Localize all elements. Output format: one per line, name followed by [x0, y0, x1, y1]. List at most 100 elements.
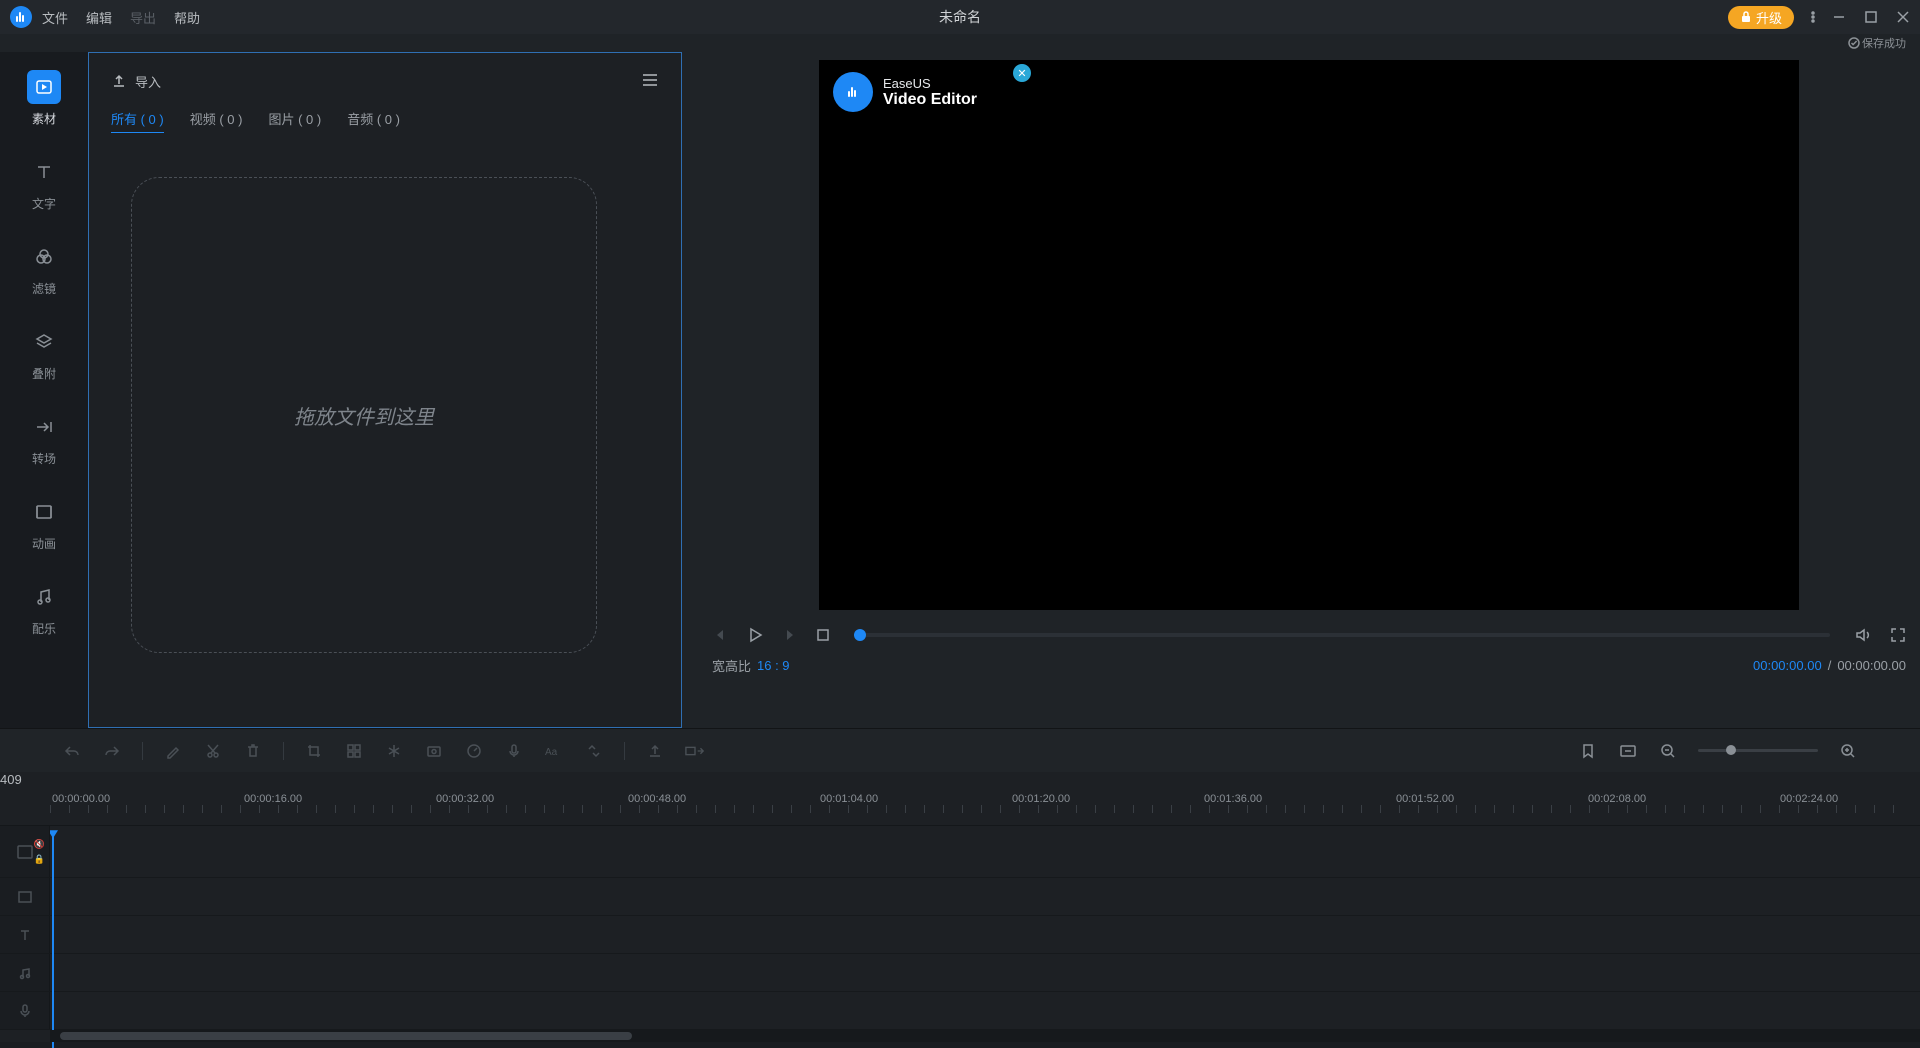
edit-button[interactable]: [163, 741, 183, 761]
minimize-button[interactable]: [1832, 10, 1846, 24]
cut-button[interactable]: [203, 741, 223, 761]
tab-audio[interactable]: 音频 ( 0 ): [347, 109, 400, 133]
left-nav: 素材 文字 滤镜 叠附 转场 动画 配乐: [0, 52, 88, 728]
zoom-slider[interactable]: [1698, 749, 1818, 752]
view-list-icon[interactable]: [641, 73, 659, 90]
nav-text-label: 文字: [32, 195, 56, 212]
window-title: 未命名: [939, 7, 981, 27]
playback-progress[interactable]: [854, 633, 1830, 637]
crop-button[interactable]: [304, 741, 324, 761]
dropzone-label: 拖放文件到这里: [294, 401, 434, 430]
track-head-overlay[interactable]: [0, 878, 50, 915]
ruler-mark: 00:01:52.00: [1396, 793, 1454, 805]
text-track-icon: [18, 928, 32, 942]
transition-icon: [27, 410, 61, 444]
nav-media[interactable]: 素材: [27, 70, 61, 127]
media-icon: [27, 70, 61, 104]
more-icon[interactable]: [1806, 10, 1820, 24]
timeline-ruler[interactable]: 00:00:00.00 00:00:16.00 00:00:32.00 00:0…: [0, 787, 1920, 826]
tab-video[interactable]: 视频 ( 0 ): [190, 109, 243, 133]
undo-button[interactable]: [62, 741, 82, 761]
scrollbar-thumb[interactable]: [60, 1032, 632, 1040]
preview-panel: EaseUS Video Editor ✕ 宽高比 16 : 9 00:00:0…: [682, 52, 1920, 728]
nav-transition[interactable]: 转场: [27, 410, 61, 467]
prev-frame-button[interactable]: [712, 627, 728, 643]
menu-help[interactable]: 帮助: [174, 8, 200, 27]
nav-transition-label: 转场: [32, 450, 56, 467]
zoom-thumb[interactable]: [1726, 745, 1736, 755]
ruler-mark: 00:00:00.00: [52, 793, 110, 805]
track-audio[interactable]: [0, 954, 1920, 992]
track-head-audio[interactable]: [0, 954, 50, 991]
zoom-out-button[interactable]: [1658, 741, 1678, 761]
track-overlay[interactable]: [0, 878, 1920, 916]
main-menu: 文件 编辑 导出 帮助: [42, 8, 200, 27]
play-button[interactable]: [746, 626, 764, 644]
upgrade-label: 升级: [1756, 8, 1782, 27]
import-label: 导入: [135, 72, 161, 91]
nav-animation[interactable]: 动画: [27, 495, 61, 552]
watermark-close-button[interactable]: ✕: [1013, 64, 1031, 82]
timeline-scrollbar[interactable]: [50, 1030, 1920, 1042]
ruler-ticks: [50, 805, 1906, 813]
aspect-value[interactable]: 16 : 9: [757, 658, 790, 673]
app-logo: [10, 6, 32, 28]
aspect-label: 宽高比: [712, 656, 751, 675]
track-head-text[interactable]: [0, 916, 50, 953]
lock-icon[interactable]: 🔒: [34, 854, 45, 865]
export-button[interactable]: [685, 741, 705, 761]
next-frame-button[interactable]: [782, 627, 798, 643]
timeline: 409 00:00:00.00 00:00:16.00 00:00:32.00 …: [0, 772, 1920, 1042]
fullscreen-button[interactable]: [1890, 627, 1906, 643]
track-voiceover[interactable]: [0, 992, 1920, 1030]
mosaic-button[interactable]: [344, 741, 364, 761]
menu-edit[interactable]: 编辑: [86, 8, 112, 27]
animation-icon: [27, 495, 61, 529]
media-panel: 导入 所有 ( 0 ) 视频 ( 0 ) 图片 ( 0 ) 音频 ( 0 ) 拖…: [88, 52, 682, 728]
nav-music[interactable]: 配乐: [27, 580, 61, 637]
transform-button[interactable]: [584, 741, 604, 761]
zoom-in-button[interactable]: [1838, 741, 1858, 761]
ruler-mark: 00:00:16.00: [244, 793, 302, 805]
volume-button[interactable]: [1854, 626, 1872, 644]
nav-filter[interactable]: 滤镜: [27, 240, 61, 297]
titlebar: 文件 编辑 导出 帮助 未命名 升级: [0, 0, 1920, 34]
upload-button[interactable]: [645, 741, 665, 761]
redo-button[interactable]: [102, 741, 122, 761]
import-icon: [111, 73, 127, 89]
speed-button[interactable]: [464, 741, 484, 761]
import-button[interactable]: 导入: [111, 72, 161, 91]
freeze-button[interactable]: [384, 741, 404, 761]
nav-text[interactable]: 文字: [27, 155, 61, 212]
tab-all[interactable]: 所有 ( 0 ): [111, 109, 164, 133]
playhead[interactable]: [52, 832, 54, 1048]
marker-button[interactable]: [1578, 741, 1598, 761]
track-text[interactable]: [0, 916, 1920, 954]
menu-export: 导出: [130, 8, 156, 27]
upgrade-button[interactable]: 升级: [1728, 6, 1794, 29]
snapshot-button[interactable]: [424, 741, 444, 761]
voiceover-button[interactable]: [504, 741, 524, 761]
progress-thumb[interactable]: [854, 629, 866, 641]
svg-text:Aa: Aa: [545, 747, 558, 758]
track-head-voiceover[interactable]: [0, 992, 50, 1029]
delete-button[interactable]: [243, 741, 263, 761]
stop-button[interactable]: [816, 628, 830, 642]
close-button[interactable]: [1896, 10, 1910, 24]
fit-button[interactable]: [1618, 741, 1638, 761]
track-head-video[interactable]: 🔇🔒: [0, 826, 50, 877]
maximize-button[interactable]: [1864, 10, 1878, 24]
lock-icon: [1740, 11, 1752, 23]
overlay-icon: [27, 325, 61, 359]
menu-file[interactable]: 文件: [42, 8, 68, 27]
nav-overlay[interactable]: 叠附: [27, 325, 61, 382]
dropzone[interactable]: 拖放文件到这里: [131, 177, 597, 653]
ruler-mark: 00:00:32.00: [436, 793, 494, 805]
nav-media-label: 素材: [32, 110, 56, 127]
subtitle-button[interactable]: Aa: [544, 741, 564, 761]
time-separator: /: [1828, 658, 1832, 673]
time-current: 00:00:00.00: [1753, 658, 1822, 673]
track-video-main[interactable]: 🔇🔒: [0, 826, 1920, 878]
mute-icon[interactable]: 🔇: [34, 839, 45, 850]
tab-image[interactable]: 图片 ( 0 ): [268, 109, 321, 133]
